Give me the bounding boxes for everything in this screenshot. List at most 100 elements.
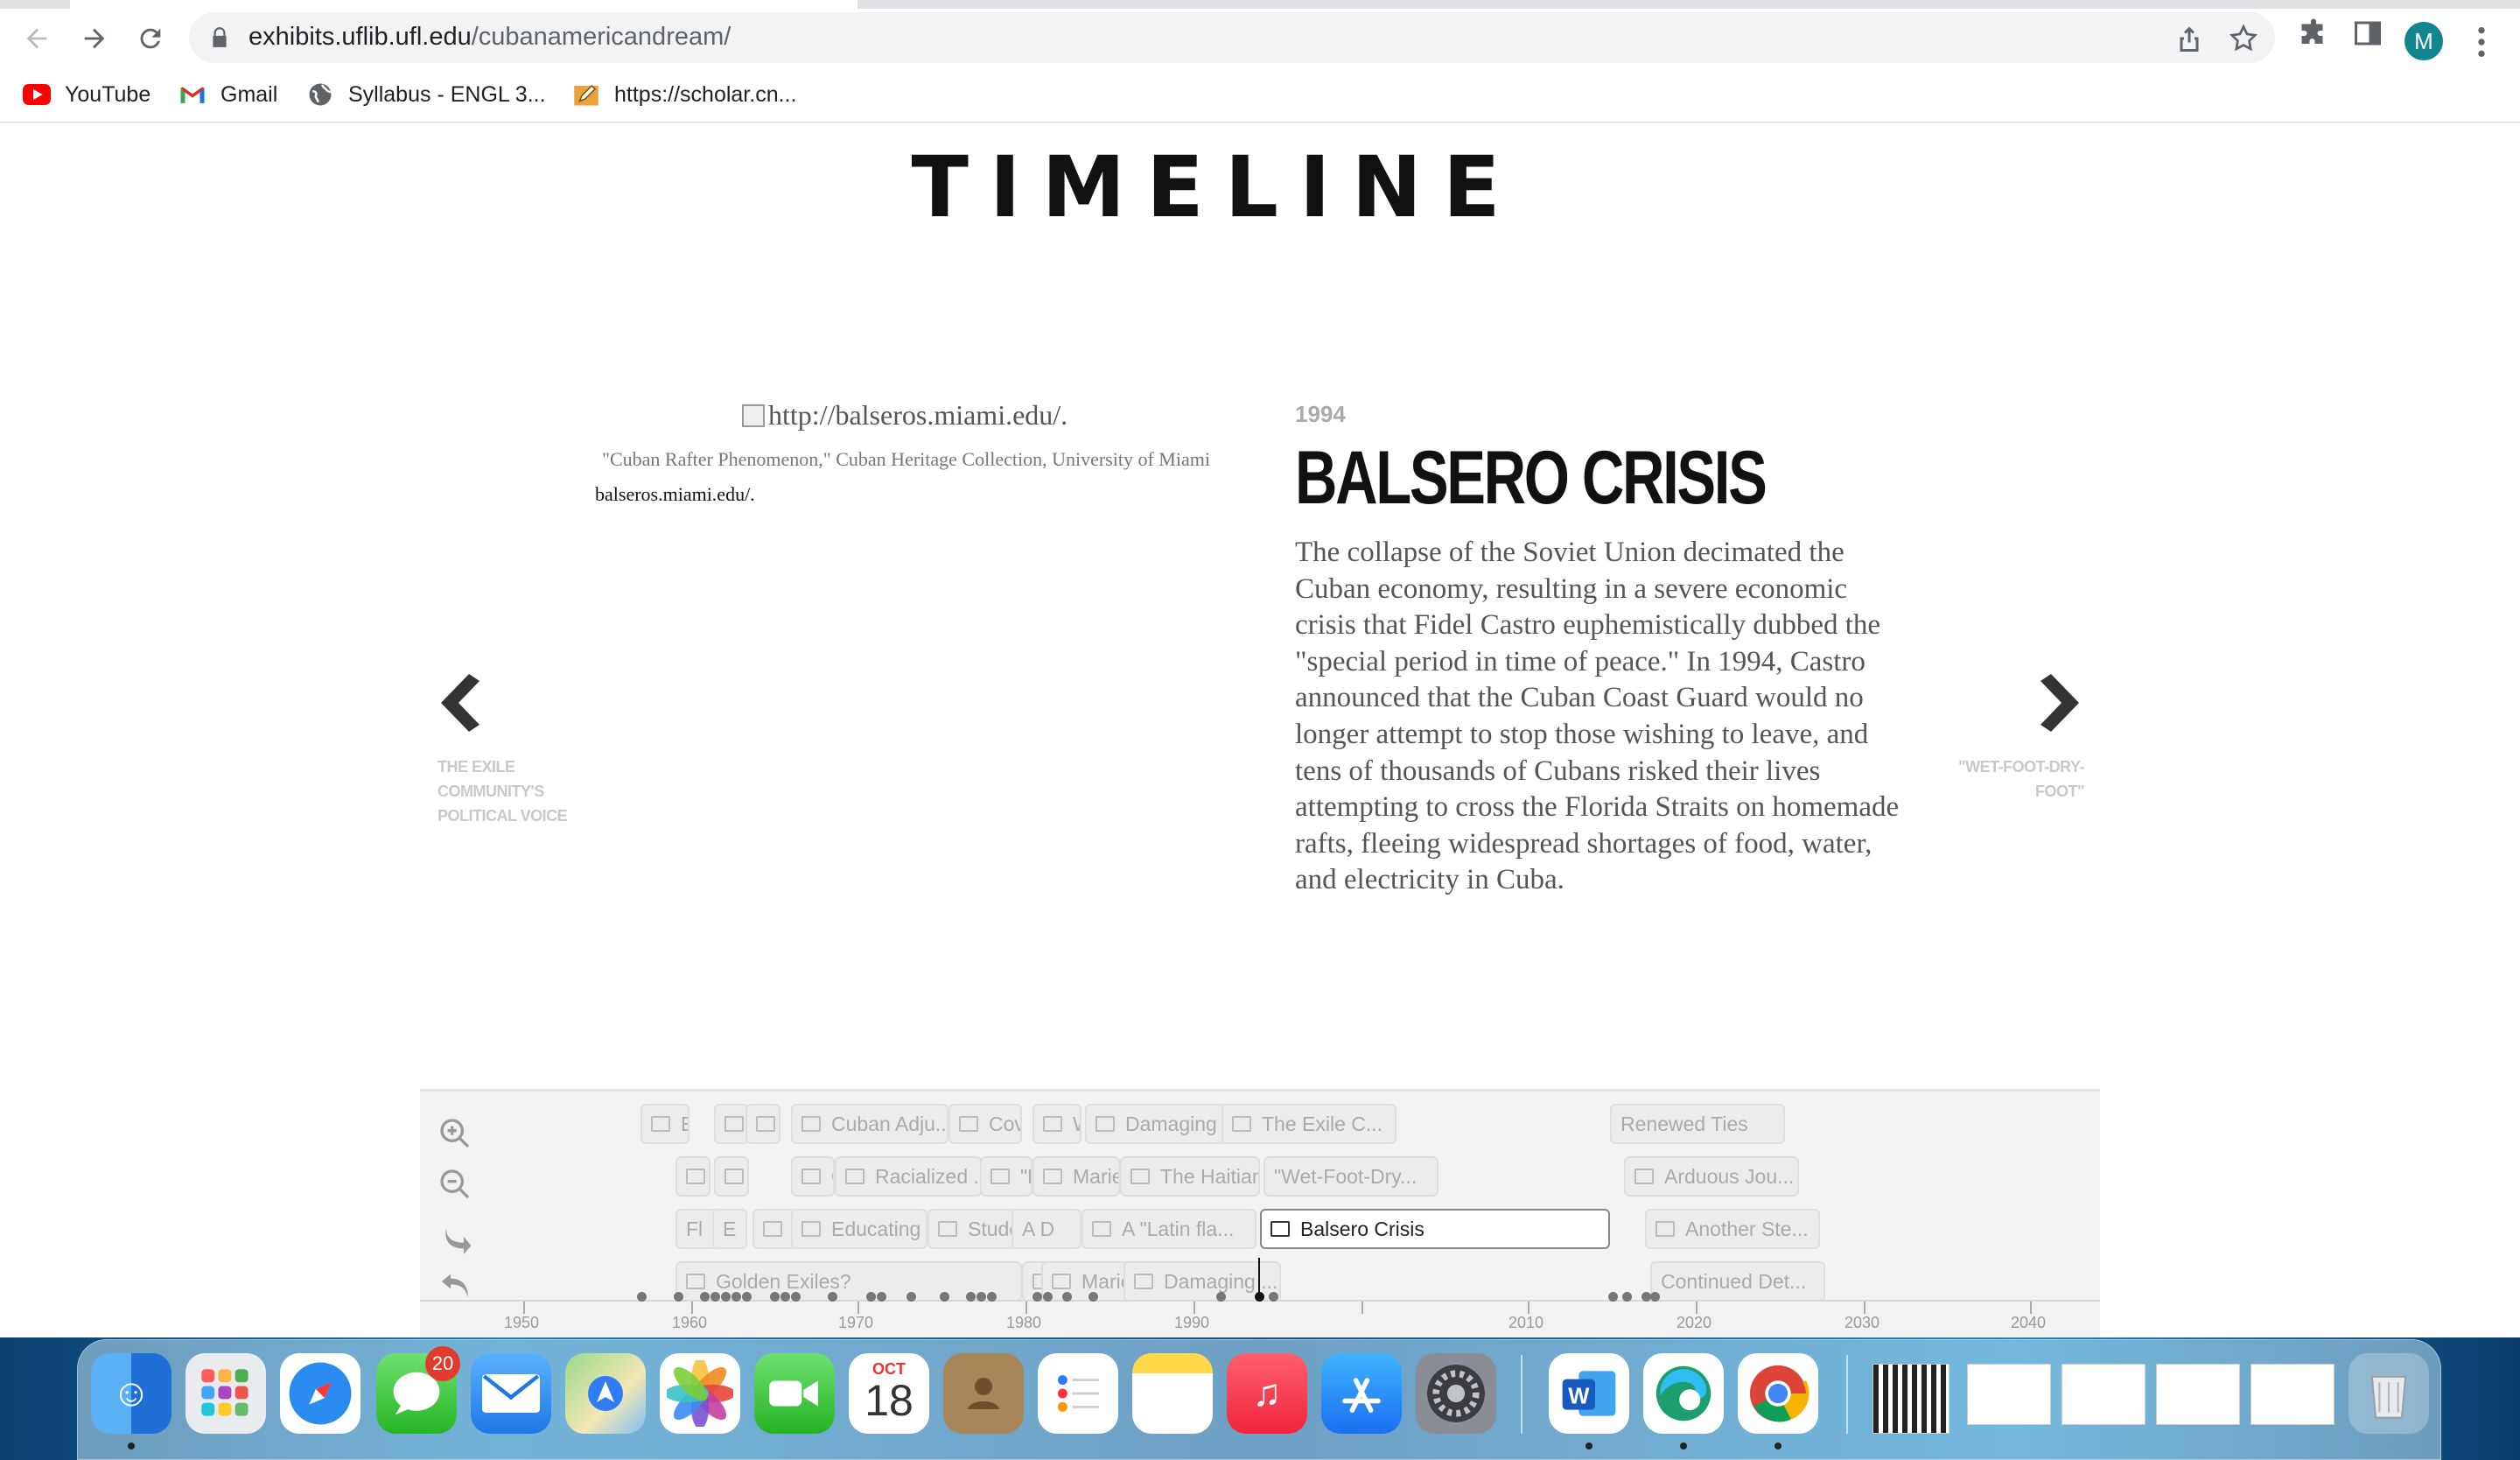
timeline-dot [732, 1292, 741, 1302]
timeline-marker[interactable]: A "Latin fla... [1082, 1209, 1256, 1249]
music-icon[interactable]: ♫ [1227, 1353, 1307, 1434]
previous-slide-button[interactable] [436, 672, 483, 738]
timeline-marker[interactable]: A D [1012, 1209, 1082, 1249]
timeline-marker[interactable]: E [712, 1209, 747, 1249]
timeline-dot [1088, 1292, 1098, 1302]
bookmark-syllabus[interactable]: Syllabus - ENGL 3... [306, 77, 546, 112]
calendar-icon[interactable]: OCT 18 [849, 1353, 929, 1434]
timeline-dot [742, 1292, 752, 1302]
document-thumbnail[interactable] [2250, 1364, 2334, 1425]
notes-icon[interactable] [1132, 1353, 1213, 1434]
timeline-dot-active [1255, 1292, 1264, 1302]
url-path: /cubanamericandream/ [471, 23, 732, 51]
calendar-day: 18 [864, 1375, 914, 1425]
timeline-dot [1622, 1292, 1632, 1302]
app-store-icon[interactable] [1321, 1353, 1402, 1434]
reload-button[interactable] [133, 21, 168, 56]
facetime-icon[interactable] [754, 1353, 835, 1434]
timeline-marker[interactable]: I [676, 1156, 710, 1197]
image-alt-text: http://balseros.miami.edu/. [768, 399, 1068, 431]
document-thumbnail[interactable] [1967, 1364, 2051, 1425]
launchpad-icon[interactable] [186, 1353, 266, 1434]
marker-label: Cuban Adju... [831, 1112, 948, 1135]
bookmark-scholar[interactable]: https://scholar.cn... [572, 77, 796, 112]
star-icon[interactable] [2228, 23, 2259, 54]
axis-label: 1990 [1174, 1314, 1210, 1331]
timeline-marker[interactable]: The Haitian [1120, 1156, 1260, 1197]
address-bar[interactable]: exhibits.uflib.ufl.edu/cubanamericandrea… [189, 12, 2275, 63]
timeline-dot [770, 1292, 780, 1302]
share-icon[interactable] [2174, 23, 2205, 54]
next-slide-button[interactable] [2037, 672, 2084, 738]
timeline-marker[interactable]: Cuban Adju... [791, 1104, 948, 1144]
finder-icon[interactable]: ☺ [91, 1353, 172, 1434]
axis-label: 2010 [1508, 1314, 1544, 1331]
previous-slide-label[interactable]: THE EXILE COMMUNITY'S POLITICAL VOICE [438, 755, 578, 828]
return-button[interactable] [438, 1268, 472, 1303]
url-host: exhibits.uflib.ufl.edu [248, 23, 472, 51]
pencil-icon [572, 81, 600, 109]
timeline-marker[interactable]: Ec [640, 1104, 690, 1144]
marker-label: Continued Det... [1661, 1269, 1807, 1293]
timeline-marker[interactable]: Renewed Ties [1610, 1104, 1785, 1144]
image-icon [959, 1116, 978, 1132]
axis-label: 2040 [2011, 1314, 2047, 1331]
next-slide-label[interactable]: "WET-FOOT-DRY-FOOT" [1946, 755, 2084, 804]
timeline-marker[interactable]: Another Ste... [1645, 1209, 1820, 1249]
extensions-icon[interactable] [2298, 18, 2329, 49]
maps-icon[interactable] [565, 1353, 646, 1434]
timeline-dot [940, 1292, 949, 1302]
contacts-icon[interactable] [943, 1353, 1024, 1434]
timeline-marker[interactable]: "Wet-Foot-Dry... [1264, 1156, 1438, 1197]
gmail-icon [178, 81, 206, 109]
bookmark-label: Syllabus - ENGL 3... [348, 81, 546, 107]
photos-icon[interactable] [660, 1353, 740, 1434]
reminders-icon[interactable] [1038, 1353, 1118, 1434]
edge-icon[interactable] [1643, 1353, 1724, 1434]
timeline-marker-active[interactable]: Balsero Crisis [1260, 1209, 1610, 1249]
timeline-marker[interactable]: Damaging S [1085, 1104, 1234, 1144]
marker-label: Educating [831, 1217, 921, 1240]
zoom-out-button[interactable] [438, 1167, 472, 1202]
timeline-marker[interactable]: Racialized . [835, 1156, 982, 1197]
timeline-marker[interactable] [746, 1104, 780, 1144]
menu-icon[interactable] [2473, 25, 2490, 60]
safari-icon[interactable] [280, 1353, 360, 1434]
document-thumbnail[interactable] [2062, 1364, 2146, 1425]
timeline-marker[interactable]: C [791, 1156, 835, 1197]
timeline-marker[interactable] [714, 1104, 749, 1144]
timeline-marker[interactable] [714, 1156, 749, 1197]
bookmark-youtube[interactable]: YouTube [23, 77, 150, 112]
word-icon[interactable]: W [1549, 1353, 1629, 1434]
profile-avatar[interactable]: M [2404, 22, 2443, 60]
zoom-in-button[interactable] [438, 1116, 472, 1151]
image-icon [1134, 1274, 1153, 1289]
back-button[interactable] [19, 21, 54, 56]
timeline-marker[interactable]: Marie [1032, 1156, 1120, 1197]
running-indicator [128, 1442, 135, 1449]
system-preferences-icon[interactable] [1416, 1353, 1496, 1434]
timeline-marker[interactable]: Educating [791, 1209, 928, 1249]
timeline-marker[interactable]: The Exile C... [1222, 1104, 1396, 1144]
timeline-marker[interactable]: W [1032, 1104, 1082, 1144]
forward-button[interactable] [77, 21, 112, 56]
timeline-marker[interactable]: Cove [948, 1104, 1022, 1144]
chrome-icon[interactable] [1738, 1353, 1818, 1434]
timeline-marker[interactable]: Arduous Jou... [1624, 1156, 1799, 1197]
image-icon [938, 1221, 957, 1237]
timeline-marker[interactable]: "E [980, 1156, 1032, 1197]
timeline-marker[interactable]: Continued Det... [1650, 1261, 1825, 1302]
trash-icon[interactable] [2348, 1353, 2429, 1434]
bookmark-gmail[interactable]: Gmail [178, 77, 277, 112]
timeline-dot [987, 1292, 997, 1302]
timeline-navigator[interactable]: Ec Cuban Adju... Cove W Damaging S The E… [420, 1089, 2100, 1337]
qr-code-thumbnail[interactable] [1872, 1364, 1950, 1434]
mail-icon[interactable] [471, 1353, 551, 1434]
timeline-dot [1216, 1292, 1226, 1302]
side-panel-icon[interactable] [2352, 18, 2384, 49]
running-indicator [1774, 1442, 1782, 1449]
back-to-start-button[interactable] [438, 1219, 472, 1254]
timeline-marker[interactable] [752, 1209, 796, 1249]
document-thumbnail[interactable] [2156, 1364, 2240, 1425]
axis-tick [523, 1302, 525, 1314]
